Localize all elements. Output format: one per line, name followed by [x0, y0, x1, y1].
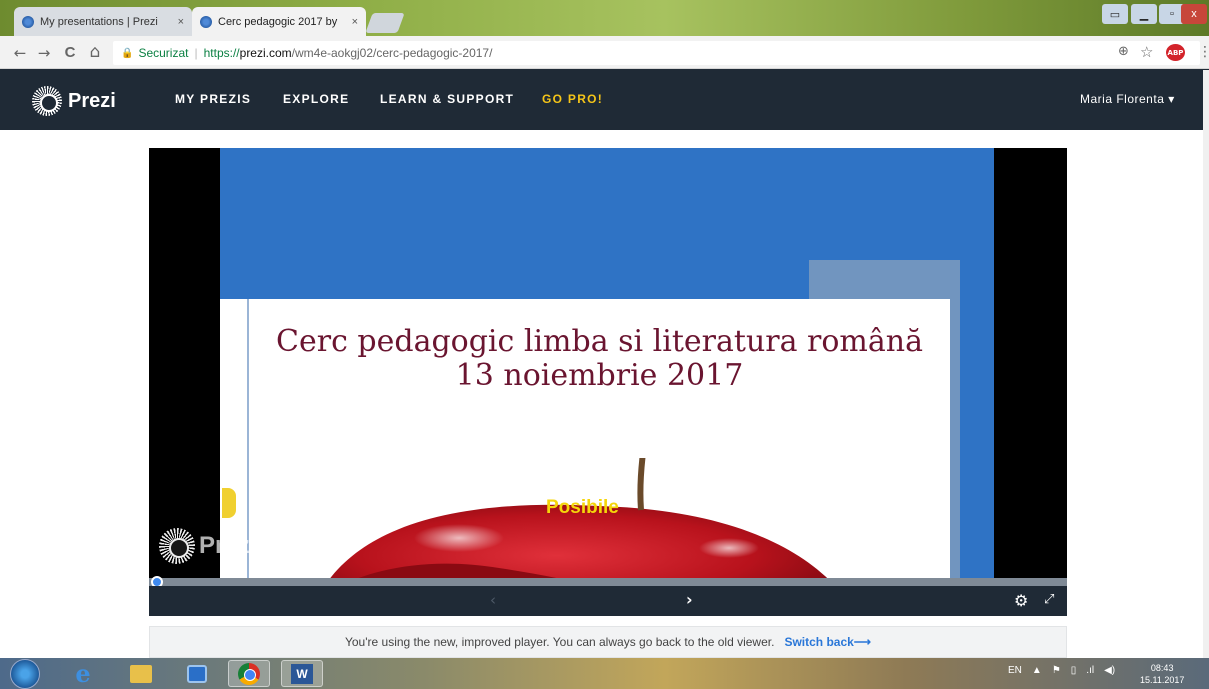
slide-flower-fragment [222, 488, 236, 518]
slide-title-line-1: Cerc pedagogic limba si literatura român… [276, 324, 923, 359]
close-tab-icon[interactable]: × [178, 16, 184, 28]
action-center-flag-icon[interactable]: ⚑ [1052, 665, 1061, 676]
media-player-icon[interactable] [176, 660, 218, 687]
start-button[interactable] [10, 659, 40, 689]
file-explorer-icon[interactable] [120, 660, 162, 687]
prezi-favicon-icon [22, 15, 34, 28]
player-notice: You're using the new, improved player. Y… [149, 626, 1067, 658]
prezi-logo-icon [32, 86, 62, 116]
chrome-icon[interactable] [228, 660, 270, 687]
previous-step-button[interactable]: ‹ [490, 591, 496, 609]
switch-back-link[interactable]: Switch back⟶ [784, 635, 871, 649]
settings-icon[interactable]: ⚙ [1014, 591, 1028, 610]
url-path: /wm4e-aokgj02/cerc-pedagogic-2017/ [291, 46, 493, 60]
show-hidden-icons-icon[interactable]: ▲ [1032, 665, 1042, 676]
prezi-watermark-icon [159, 528, 195, 564]
player-controls [149, 586, 1067, 616]
tab-title: Cerc pedagogic 2017 by [218, 15, 338, 28]
url-separator: | [194, 46, 198, 60]
notice-text: You're using the new, improved player. Y… [344, 635, 775, 649]
zoom-icon[interactable]: ⊕ [1118, 44, 1129, 59]
forward-icon[interactable]: → [34, 44, 54, 62]
clock-time: 08:43 [1150, 663, 1174, 673]
browser-menu-icon[interactable]: ⋮ [1198, 44, 1209, 60]
next-step-button[interactable]: › [686, 590, 693, 609]
battery-icon[interactable]: ▯ [1071, 665, 1077, 676]
lock-icon: 🔒 [121, 47, 134, 59]
nav-learn-support[interactable]: LEARN & SUPPORT [380, 92, 514, 106]
reload-icon[interactable]: C [60, 44, 80, 61]
apple-label: Posibile [546, 497, 619, 518]
nav-my-prezis[interactable]: MY PREZIS [175, 92, 251, 106]
apple-image [323, 458, 837, 588]
security-label: Securizat [138, 46, 189, 60]
volume-icon[interactable]: ◀) [1104, 665, 1115, 676]
system-tray: EN ▲ ⚑ ▯ .ıl ◀) [1008, 665, 1115, 676]
tab-title: My presentations | Prezi [40, 15, 158, 28]
clock-date: 15.11.2017 [1140, 675, 1185, 685]
minimize-button[interactable]: ▁ [1131, 4, 1157, 24]
network-signal-icon[interactable]: .ıl [1086, 665, 1094, 676]
tab-cerc-pedagogic[interactable]: Cerc pedagogic 2017 by × [192, 7, 366, 36]
page-scrollbar[interactable] [1203, 70, 1209, 658]
url-host: prezi.com [239, 46, 292, 60]
clock[interactable]: 08:43 15.11.2017 [1140, 662, 1184, 686]
internet-explorer-icon[interactable]: e [62, 659, 104, 688]
fullscreen-icon[interactable]: ⤢ [1044, 592, 1054, 607]
word-icon[interactable]: W [281, 660, 323, 687]
close-tab-icon[interactable]: × [352, 16, 358, 28]
prezi-logo-text: Prezi [68, 89, 116, 112]
language-indicator[interactable]: EN [1008, 665, 1022, 676]
presentation-player[interactable]: Cerc pedagogic limba si literatura român… [149, 148, 1067, 588]
user-menu[interactable]: Maria Florenta ▾ [1080, 92, 1175, 106]
window-restore-down-button[interactable]: ▭ [1102, 4, 1128, 24]
prezi-watermark-text: Prezi [199, 532, 257, 559]
slide-title: Cerc pedagogic limba si literatura român… [249, 325, 950, 393]
adblock-extension-icon[interactable]: ABP [1166, 44, 1185, 61]
progress-bar[interactable] [149, 578, 1067, 586]
close-window-button[interactable]: x [1181, 4, 1207, 24]
nav-explore[interactable]: EXPLORE [283, 92, 349, 106]
home-icon[interactable]: ⌂ [85, 42, 105, 62]
prezi-watermark: Prezi [159, 528, 256, 564]
nav-go-pro[interactable]: GO PRO! [542, 92, 603, 106]
prezi-logo[interactable]: Prezi [32, 86, 116, 116]
url-scheme: https:// [203, 46, 240, 60]
url-field[interactable]: 🔒 Securizat | https:// prezi.com /wm4e-a… [113, 41, 1200, 65]
bookmark-star-icon[interactable]: ☆ [1140, 43, 1153, 61]
back-icon[interactable]: ← [10, 44, 30, 62]
tab-my-presentations[interactable]: My presentations | Prezi × [14, 7, 192, 36]
prezi-favicon-icon [200, 15, 212, 28]
slide-title-line-2: 13 noiembrie 2017 [455, 358, 744, 393]
